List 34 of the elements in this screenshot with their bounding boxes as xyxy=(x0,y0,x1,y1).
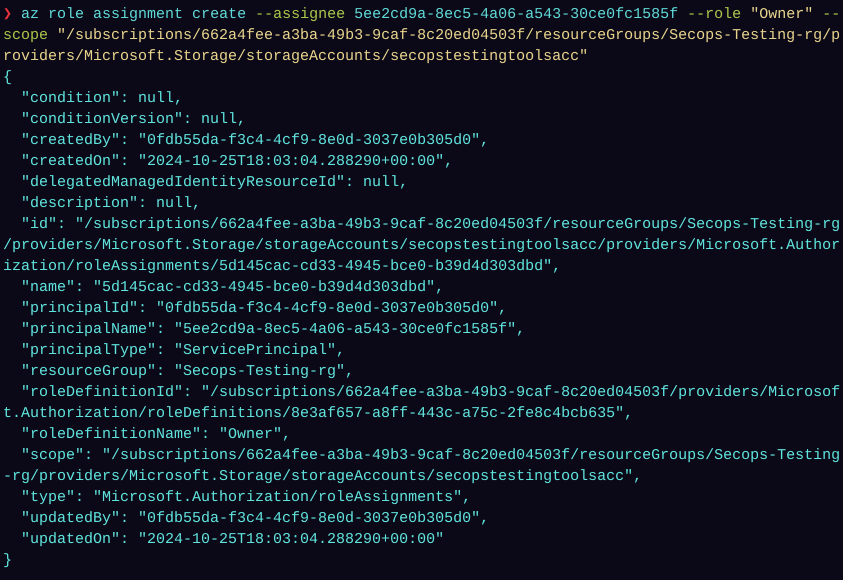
flag-text: --assignee xyxy=(255,6,346,23)
flag-text: scope xyxy=(3,27,50,44)
output-line: "principalType": "ServicePrincipal", xyxy=(20,342,346,359)
flag-text: --role xyxy=(687,6,742,23)
output-line: "principalName": "5ee2cd9a-8ec5-4a06-a543-30ce0fc1585f", xyxy=(20,321,526,338)
command-text: 5ee2cd9a-8ec5-4a06-a543-30ce0fc1585f xyxy=(354,6,680,23)
output-line: "roleDefinitionName": "Owner", xyxy=(20,426,292,443)
output-line: "updatedOn": "2024-10-25T18:03:04.288290+00:00" xyxy=(20,531,444,548)
output-line: "condition": null, xyxy=(20,90,184,107)
command-text: az role assignment create xyxy=(20,6,248,23)
prompt-symbol: ❯ xyxy=(3,6,12,23)
output-line: "scope": "/subscriptions/662a4fee-a3ba-49b3-9caf-8c20ed04503f/resourceGroups/Secops-Testing xyxy=(20,447,840,464)
output-line: } xyxy=(3,552,12,569)
output-line: "roleDefinitionId": "/subscriptions/662a4fee-a3ba-49b3-9caf-8c20ed04503f/providers/Microsof xyxy=(20,384,840,401)
output-line: "name": "5d145cac-cd33-4945-bce0-b39d4d303dbd", xyxy=(20,279,444,296)
string-text: "/subscriptions/662a4fee-a3ba-49b3-9caf-8c20ed04503f/resourceGroups/Secops-Testing-rg/p xyxy=(57,27,840,44)
output-line: "description": null, xyxy=(20,195,202,212)
string-text: "Owner" xyxy=(750,6,814,23)
output-line: "updatedBy": "0fdb55da-f3c4-4cf9-8e0d-3037e0b305d0", xyxy=(20,510,490,527)
output-line: "conditionVersion": null, xyxy=(20,111,246,128)
output-line: -rg/providers/Microsoft.Storage/storageAccounts/secopstestingtoolsacc", xyxy=(3,468,642,485)
output-line: ization/roleAssignments/5d145cac-cd33-4945-bce0-b39d4d303dbd", xyxy=(3,258,562,275)
string-text: roviders/Microsoft.Storage/storageAccounts/secopstestingtoolsacc" xyxy=(3,48,588,65)
output-line: "createdBy": "0fdb55da-f3c4-4cf9-8e0d-3037e0b305d0", xyxy=(20,132,490,149)
output-line: /providers/Microsoft.Storage/storageAccounts/secopstestingtoolsacc/providers/Microsoft.Author xyxy=(3,237,840,254)
output-line: "id": "/subscriptions/662a4fee-a3ba-49b3-9caf-8c20ed04503f/resourceGroups/Secops-Testing-rg xyxy=(20,216,840,233)
output-line: "resourceGroup": "Secops-Testing-rg", xyxy=(20,363,354,380)
output-line: "delegatedManagedIdentityResourceId": null, xyxy=(20,174,408,191)
flag-text: -- xyxy=(822,6,840,23)
output-line: t.Authorization/roleDefinitions/8e3af657-a8ff-443c-a75c-2fe8c4bcb635", xyxy=(3,405,634,422)
output-line: "type": "Microsoft.Authorization/roleAssignments", xyxy=(20,489,472,506)
output-line: "principalId": "0fdb55da-f3c4-4cf9-8e0d-3037e0b305d0", xyxy=(20,300,508,317)
output-line: "createdOn": "2024-10-25T18:03:04.288290+00:00", xyxy=(20,153,454,170)
output-line: { xyxy=(3,69,12,86)
